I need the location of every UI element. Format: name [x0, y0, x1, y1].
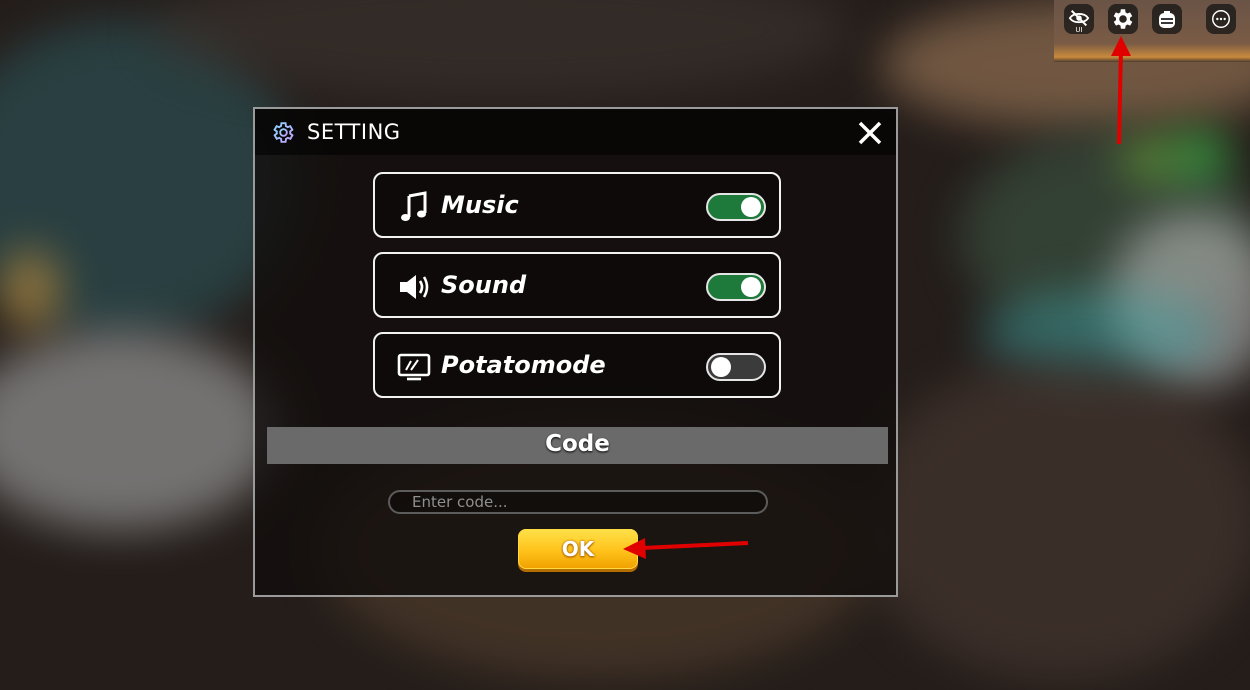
- sound-toggle[interactable]: [706, 273, 766, 301]
- potatomode-label: Potatomode: [441, 351, 606, 379]
- settings-title: SETTING: [307, 120, 401, 144]
- gear-outline-icon: [273, 122, 294, 143]
- more-options-button[interactable]: [1206, 4, 1236, 34]
- annotation-arrow-up: [1111, 36, 1131, 145]
- annotation-arrow-left: [623, 538, 749, 559]
- backpack-button[interactable]: [1152, 4, 1182, 34]
- hide-ui-label: UI: [1075, 26, 1083, 34]
- toggle-knob: [741, 277, 761, 297]
- music-label: Music: [441, 191, 519, 219]
- music-setting-row: Music: [373, 172, 781, 238]
- code-input[interactable]: [388, 490, 768, 514]
- toggle-knob: [711, 357, 731, 377]
- potatomode-setting-row: Potatomode: [373, 332, 781, 398]
- close-icon[interactable]: [856, 119, 884, 147]
- music-note-icon: [401, 191, 427, 221]
- speaker-icon: [400, 275, 429, 299]
- settings-panel: SETTING Music Sound Potatomode Code Ente…: [253, 107, 898, 597]
- hide-ui-button[interactable]: UI: [1064, 4, 1094, 34]
- sound-label: Sound: [441, 271, 527, 299]
- monitor-icon: [397, 353, 431, 381]
- potatomode-toggle[interactable]: [706, 353, 766, 381]
- code-title: Code: [545, 431, 610, 457]
- sound-setting-row: Sound: [373, 252, 781, 318]
- gear-icon: [1113, 9, 1133, 29]
- ellipsis-icon: [1212, 10, 1230, 28]
- code-section-header: Code: [267, 427, 888, 464]
- toggle-knob: [741, 197, 761, 217]
- backpack-icon: [1159, 11, 1175, 28]
- top-menu-bar: UI: [1054, 0, 1250, 62]
- settings-header: SETTING: [255, 109, 896, 155]
- music-toggle[interactable]: [706, 193, 766, 221]
- settings-button[interactable]: [1108, 4, 1138, 34]
